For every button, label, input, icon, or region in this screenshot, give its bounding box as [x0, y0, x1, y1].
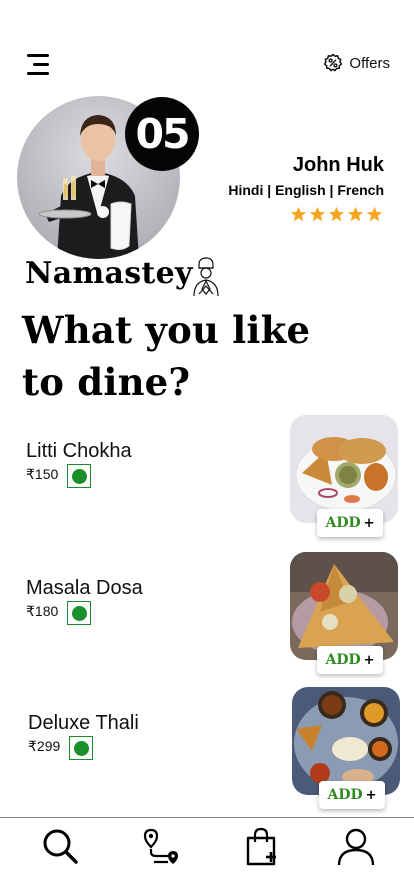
star-icon [347, 206, 364, 222]
table-number-badge: 05 [125, 97, 199, 171]
add-button[interactable]: ADD + [317, 509, 383, 537]
add-button[interactable]: ADD + [317, 646, 383, 674]
search-icon [43, 829, 78, 864]
plus-icon: + [363, 652, 375, 668]
headline-line: to dine? [22, 360, 191, 404]
add-label: ADD [325, 515, 361, 531]
plus-icon: + [363, 515, 375, 531]
menu-button[interactable] [27, 54, 51, 76]
dish-name: Deluxe Thali [28, 712, 139, 734]
dish-name: Litti Chokha [26, 440, 132, 462]
waiter-languages: Hindi | English | French [228, 182, 384, 198]
veg-icon [69, 736, 93, 760]
dish-name: Masala Dosa [26, 577, 143, 599]
add-button[interactable]: ADD + [319, 781, 385, 809]
dish-image[interactable] [290, 415, 398, 523]
offers-label: Offers [349, 54, 390, 72]
route-icon [143, 828, 178, 864]
headline-line: What you like [22, 308, 311, 352]
dish-price: ₹299 [28, 738, 61, 754]
veg-icon [67, 601, 91, 625]
veg-icon [67, 464, 91, 488]
nav-search[interactable] [40, 826, 80, 866]
menu-icon-line [27, 54, 49, 57]
star-icon [290, 206, 307, 222]
nav-profile[interactable] [336, 826, 376, 866]
offers-button[interactable]: Offers [323, 53, 390, 73]
waiter-rating [290, 206, 383, 223]
discount-badge-icon [324, 53, 343, 72]
shopping-bag-icon [246, 827, 276, 866]
bottom-nav [0, 817, 414, 896]
namaste-chef-icon [193, 257, 219, 297]
nav-cart[interactable] [243, 826, 283, 866]
star-icon [366, 206, 383, 222]
dish-image[interactable] [292, 687, 400, 795]
plus-icon: + [365, 787, 377, 803]
menu-icon-line [27, 72, 49, 75]
dish-image[interactable] [290, 552, 398, 660]
dish-price: ₹180 [26, 603, 59, 619]
menu-icon-line [33, 63, 49, 66]
star-icon [309, 206, 326, 222]
waiter-name: John Huk [292, 154, 384, 176]
add-label: ADD [327, 787, 363, 803]
greeting-title: Namastey [25, 256, 193, 291]
star-icon [328, 206, 345, 222]
nav-route[interactable] [142, 826, 182, 866]
dish-price: ₹150 [26, 466, 59, 482]
profile-icon [337, 828, 375, 866]
headline: What you like to dine? [22, 304, 352, 408]
add-label: ADD [325, 652, 361, 668]
